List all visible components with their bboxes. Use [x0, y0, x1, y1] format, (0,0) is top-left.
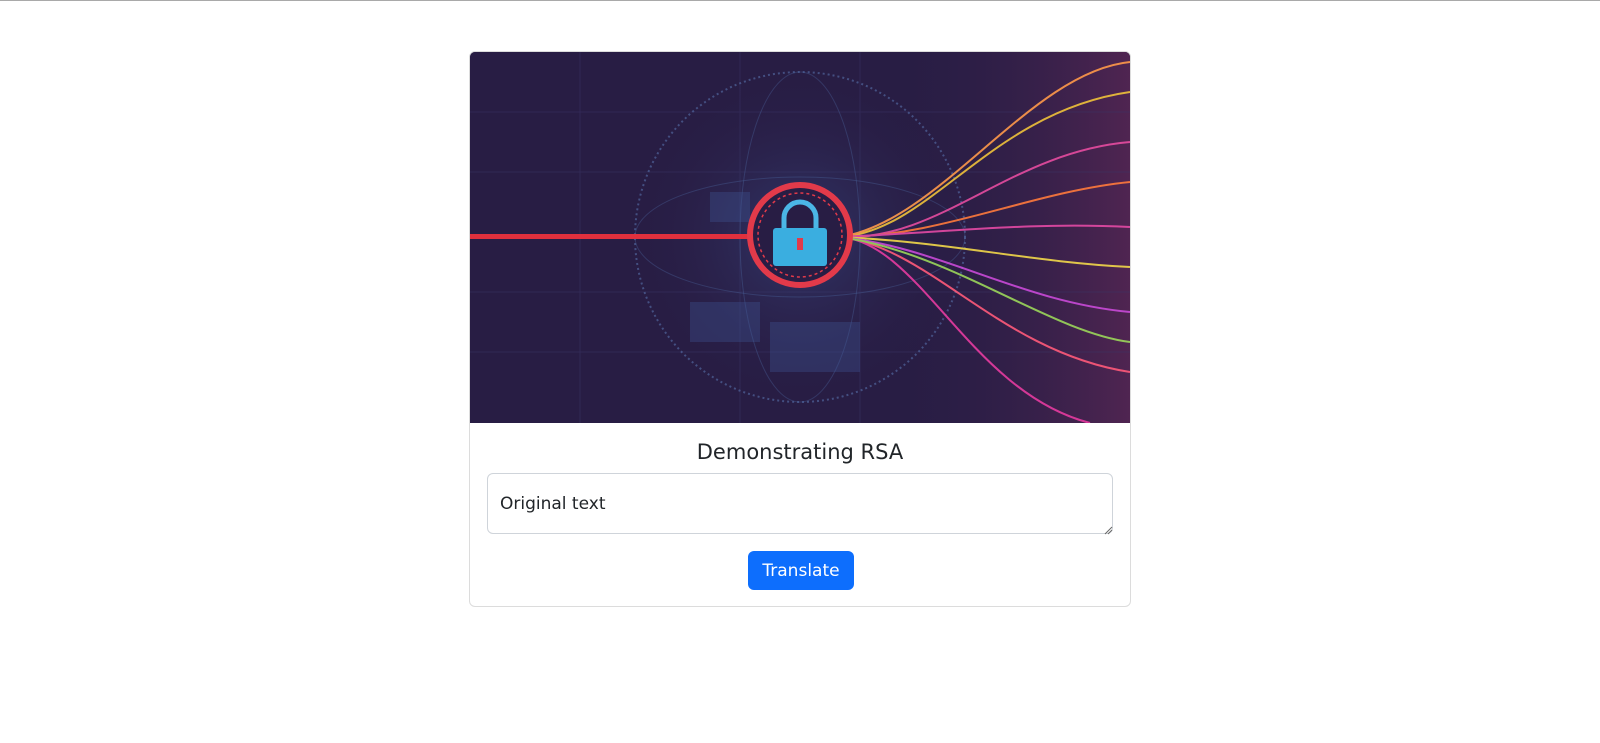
top-divider	[0, 0, 1600, 1]
rsa-card: Demonstrating RSA Original text Translat…	[469, 51, 1131, 607]
original-text-input[interactable]: Original text	[487, 473, 1113, 534]
translate-button[interactable]: Translate	[748, 551, 854, 590]
resize-handle-icon[interactable]	[1104, 526, 1113, 535]
cyber-security-illustration	[470, 52, 1130, 423]
card-body: Demonstrating RSA Original text Translat…	[470, 423, 1130, 606]
hero-image	[470, 52, 1130, 423]
page-title: Demonstrating RSA	[696, 440, 904, 464]
